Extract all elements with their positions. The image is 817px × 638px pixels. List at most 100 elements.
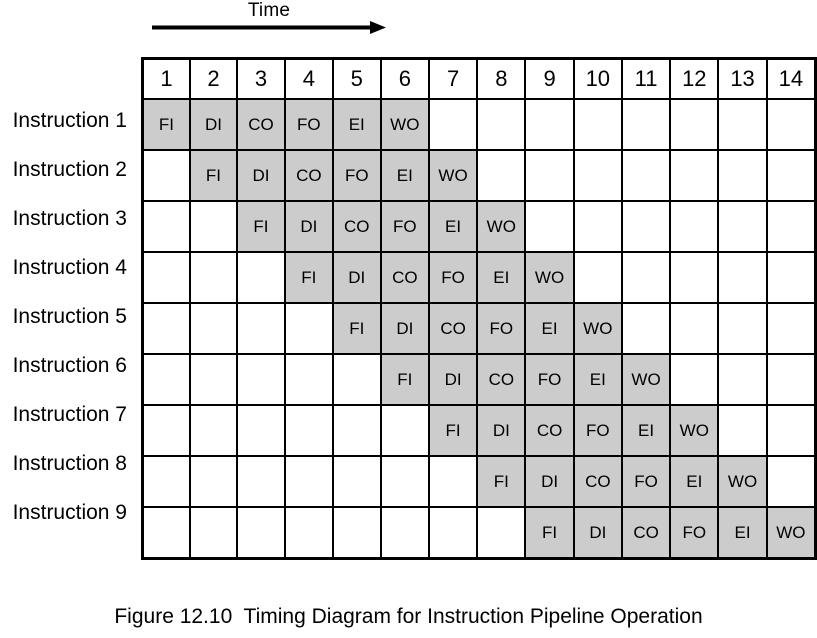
pipeline-stage-cell: CO <box>524 404 575 457</box>
empty-cell <box>331 353 382 406</box>
pipeline-stage-cell: DI <box>572 506 623 560</box>
table-row: FI DI CO FO EI WO <box>140 98 817 151</box>
pipeline-stage-cell: WO <box>524 251 575 304</box>
empty-cell <box>140 506 191 560</box>
pipeline-stage-cell: FI <box>476 455 527 508</box>
time-column-header: 10 <box>572 57 623 100</box>
empty-cell <box>620 251 672 304</box>
pipeline-stage-cell: WO <box>427 149 479 202</box>
table-row: FI DI CO FO EI WO <box>140 455 817 508</box>
pipeline-stage-cell: EI <box>427 200 479 253</box>
table-row: FI DI CO FO EI WO <box>140 506 817 560</box>
time-column-header: 3 <box>236 57 286 100</box>
empty-cell <box>188 506 239 560</box>
time-column-header: 1 <box>140 57 191 100</box>
time-column-header: 6 <box>379 57 430 100</box>
pipeline-stage-cell: WO <box>765 506 817 560</box>
pipeline-stage-cell: FI <box>331 302 382 355</box>
time-column-header: 5 <box>331 57 382 100</box>
empty-cell <box>140 200 191 253</box>
empty-cell <box>669 251 720 304</box>
empty-cell <box>572 200 623 253</box>
instruction-row-label: Instruction 1 <box>12 109 127 132</box>
time-column-header: 11 <box>620 57 672 100</box>
empty-cell <box>476 98 527 151</box>
table-row: FI DI CO FO EI WO <box>140 200 817 253</box>
pipeline-stage-cell: DI <box>188 98 239 151</box>
instruction-row-label: Instruction 7 <box>12 403 127 426</box>
pipeline-stage-cell: FO <box>283 98 334 151</box>
empty-cell <box>140 251 191 304</box>
pipeline-stage-cell: DI <box>427 353 479 406</box>
pipeline-timing-grid: 1 2 3 4 5 6 7 8 9 10 11 12 13 14 FI DI CO FO EI WO FI DI CO FO E… <box>140 57 817 560</box>
empty-cell <box>476 149 527 202</box>
pipeline-stage-cell: DI <box>524 455 575 508</box>
empty-cell <box>717 251 768 304</box>
time-axis: Time <box>152 0 386 40</box>
pipeline-stage-cell: FI <box>188 149 239 202</box>
figure-caption: Figure 12.10 Timing Diagram for Instruct… <box>114 605 703 628</box>
instruction-row-label: Instruction 4 <box>12 256 127 279</box>
time-axis-label: Time <box>247 0 291 21</box>
instruction-row-label: Instruction 9 <box>12 501 127 524</box>
empty-cell <box>717 302 768 355</box>
empty-cell <box>669 353 720 406</box>
instruction-row-label: Instruction 3 <box>12 207 127 230</box>
instruction-row-label: Instruction 2 <box>12 158 127 181</box>
empty-cell <box>572 251 623 304</box>
empty-cell <box>669 302 720 355</box>
pipeline-stage-cell: FO <box>669 506 720 560</box>
empty-cell <box>283 404 334 457</box>
empty-cell <box>283 455 334 508</box>
empty-cell <box>717 404 768 457</box>
pipeline-stage-cell: EI <box>331 98 382 151</box>
empty-cell <box>717 149 768 202</box>
empty-cell <box>283 353 334 406</box>
pipeline-stage-cell: FI <box>524 506 575 560</box>
pipeline-stage-cell: FO <box>476 302 527 355</box>
pipeline-stage-cell: FO <box>524 353 575 406</box>
empty-cell <box>620 98 672 151</box>
empty-cell <box>765 353 817 406</box>
empty-cell <box>236 353 286 406</box>
empty-cell <box>669 149 720 202</box>
empty-cell <box>140 302 191 355</box>
pipeline-stage-cell: EI <box>669 455 720 508</box>
pipeline-stage-cell: DI <box>283 200 334 253</box>
pipeline-stage-cell: CO <box>572 455 623 508</box>
time-column-header: 4 <box>283 57 334 100</box>
time-column-header: 12 <box>669 57 720 100</box>
time-column-header: 2 <box>188 57 239 100</box>
pipeline-stage-cell: WO <box>620 353 672 406</box>
empty-cell <box>524 149 575 202</box>
pipeline-stage-cell: EI <box>379 149 430 202</box>
pipeline-stage-cell: EI <box>620 404 672 457</box>
empty-cell <box>379 404 430 457</box>
table-row: FI DI CO FO EI WO <box>140 251 817 304</box>
pipeline-stage-cell: FO <box>572 404 623 457</box>
pipeline-stage-cell: FI <box>140 98 191 151</box>
empty-cell <box>188 353 239 406</box>
pipeline-stage-cell: CO <box>427 302 479 355</box>
pipeline-stage-cell: FO <box>620 455 672 508</box>
pipeline-stage-cell: DI <box>331 251 382 304</box>
pipeline-stage-cell: EI <box>717 506 768 560</box>
empty-cell <box>524 98 575 151</box>
empty-cell <box>765 302 817 355</box>
empty-cell <box>140 149 191 202</box>
instruction-row-label: Instruction 6 <box>12 354 127 377</box>
pipeline-stage-cell: WO <box>379 98 430 151</box>
empty-cell <box>379 455 430 508</box>
pipeline-stage-cell: EI <box>476 251 527 304</box>
empty-cell <box>476 506 527 560</box>
empty-cell <box>140 455 191 508</box>
pipeline-stage-cell: CO <box>331 200 382 253</box>
instruction-label-column: Instruction 1 Instruction 2 Instruction … <box>0 96 133 537</box>
empty-cell <box>572 149 623 202</box>
empty-cell <box>669 98 720 151</box>
time-column-header: 9 <box>524 57 575 100</box>
pipeline-stage-cell: WO <box>476 200 527 253</box>
empty-cell <box>572 98 623 151</box>
table-row: FI DI CO FO EI WO <box>140 404 817 457</box>
empty-cell <box>331 455 382 508</box>
